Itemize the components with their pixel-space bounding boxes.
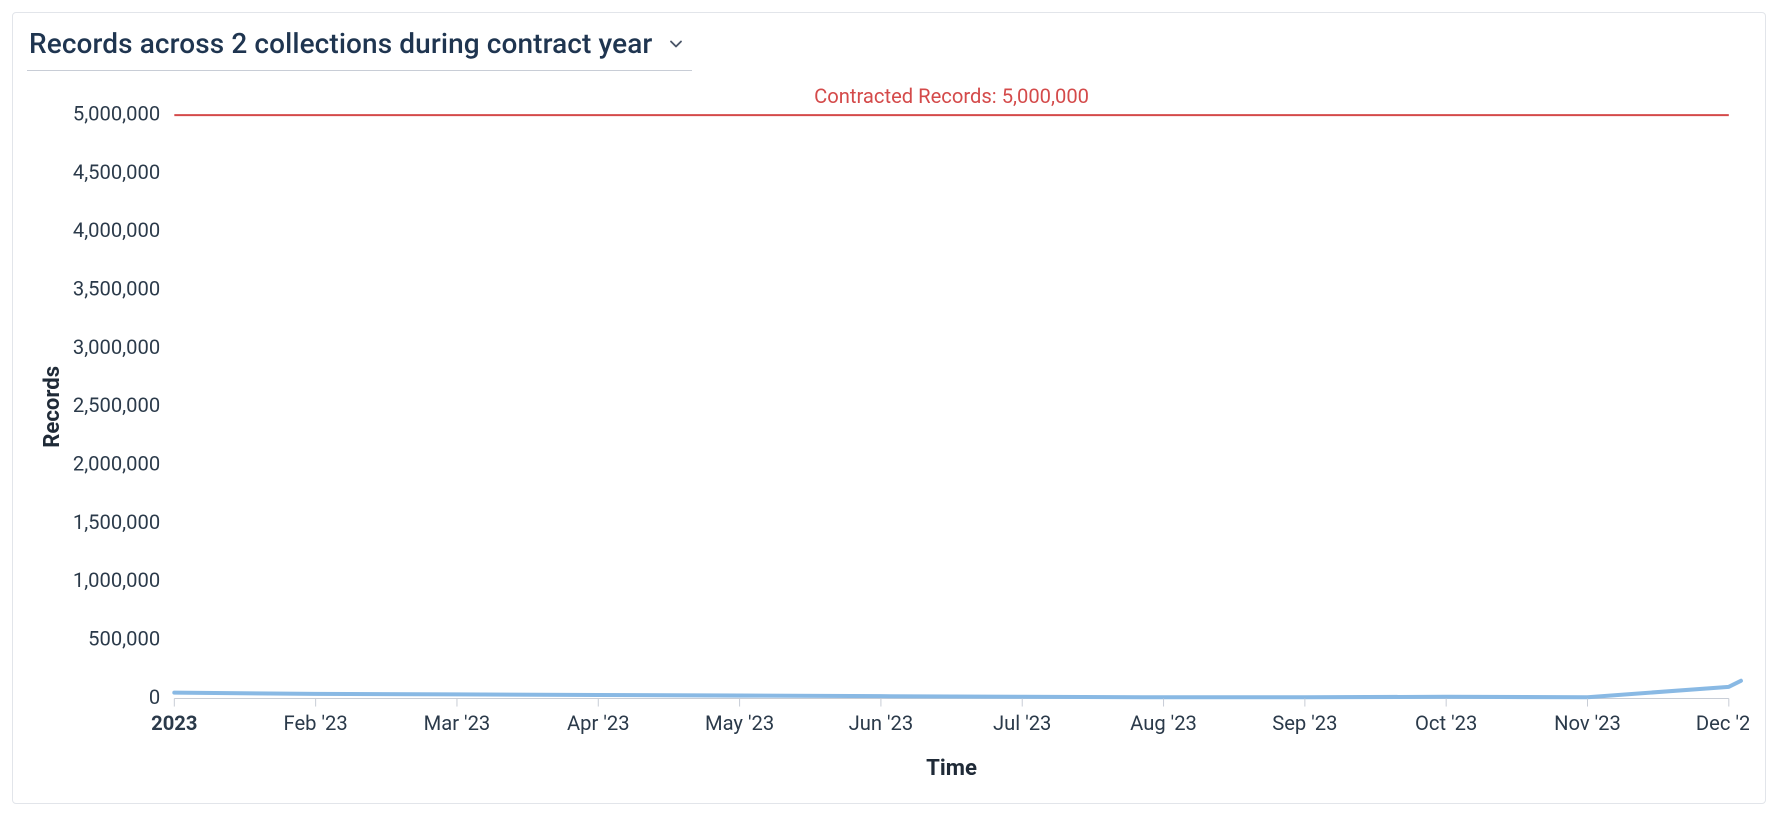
threshold-label: Contracted Records: 5,000,000 bbox=[814, 85, 1089, 108]
x-tick-label: Oct '23 bbox=[1415, 711, 1477, 735]
y-tick-label: 2,000,000 bbox=[73, 452, 160, 476]
chevron-down-icon bbox=[666, 34, 686, 54]
line-chart[interactable]: Contracted Records: 5,000,000 0 500,000 1,0… bbox=[33, 85, 1749, 789]
y-tick-label: 500,000 bbox=[88, 627, 160, 651]
x-tick-label: Aug '23 bbox=[1130, 711, 1197, 735]
chart-area: Contracted Records: 5,000,000 0 500,000 1,0… bbox=[33, 85, 1749, 789]
y-tick-label: 5,000,000 bbox=[73, 102, 160, 126]
y-tick-label: 4,000,000 bbox=[73, 218, 160, 242]
x-tick-label: Sep '23 bbox=[1272, 711, 1337, 735]
x-tick-label: 2023 bbox=[151, 711, 197, 735]
chart-card: Records across 2 collections during cont… bbox=[12, 12, 1766, 804]
y-tick-label: 3,000,000 bbox=[73, 335, 160, 359]
y-tick-label: 3,500,000 bbox=[73, 277, 160, 301]
chart-title: Records across 2 collections during cont… bbox=[29, 27, 652, 60]
x-tick-label: May '23 bbox=[705, 711, 774, 735]
x-tick-label: Nov '23 bbox=[1554, 711, 1621, 735]
x-tick-label: Feb '23 bbox=[284, 711, 348, 735]
y-axis-title: Records bbox=[39, 366, 65, 448]
x-tick-label: Dec '23 bbox=[1696, 711, 1749, 735]
y-tick-label: 1,000,000 bbox=[73, 568, 160, 592]
x-tick-label: Apr '23 bbox=[567, 711, 630, 735]
y-tick-label: 2,500,000 bbox=[73, 393, 160, 417]
x-axis-title: Time bbox=[926, 755, 977, 781]
y-tick-label: 4,500,000 bbox=[73, 160, 160, 184]
x-tick-label: Jun '23 bbox=[849, 711, 914, 735]
y-tick-label: 0 bbox=[149, 685, 160, 709]
chart-title-dropdown[interactable]: Records across 2 collections during cont… bbox=[27, 23, 692, 71]
x-tick-label: Jul '23 bbox=[993, 711, 1051, 735]
x-tick-label: Mar '23 bbox=[424, 711, 491, 735]
y-tick-label: 1,500,000 bbox=[73, 510, 160, 534]
series-line bbox=[174, 681, 1741, 697]
